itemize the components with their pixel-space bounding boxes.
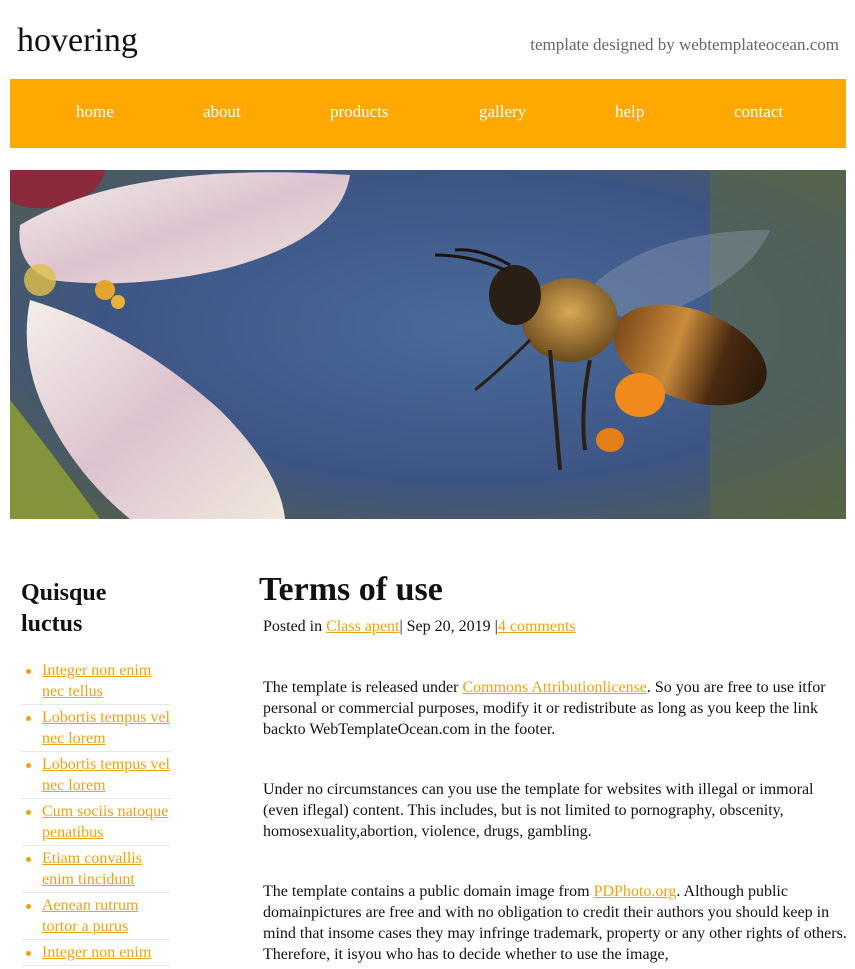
nav-products[interactable]: products bbox=[330, 102, 389, 122]
list-item: Lobortis tempus vel nec lorem bbox=[21, 752, 171, 799]
sidebar-link[interactable]: Aenean rutrum tortor a purus bbox=[42, 897, 138, 935]
sidebar-link-list: Integer non enim nec tellus Lobortis tem… bbox=[21, 658, 171, 966]
site-logo[interactable]: hovering bbox=[17, 22, 138, 60]
list-item: Etiam convallis enim tincidunt bbox=[21, 846, 171, 893]
template-credit: template designed by webtemplateocean.co… bbox=[530, 35, 839, 54]
comments-link[interactable]: 4 comments bbox=[498, 618, 576, 635]
bullet-icon bbox=[26, 669, 31, 674]
posted-in-label: Posted in bbox=[263, 618, 323, 635]
paragraph-image-notice: The template contains a public domain im… bbox=[263, 881, 849, 965]
license-link[interactable]: Commons Attributionlicense bbox=[462, 679, 646, 696]
nav-gallery[interactable]: gallery bbox=[479, 102, 526, 122]
post-meta: Posted in Class apent| Sep 20, 2019 |4 c… bbox=[263, 618, 849, 636]
list-item: Lobortis tempus vel nec lorem bbox=[21, 705, 171, 752]
hero-image bbox=[10, 170, 846, 519]
pdphoto-link[interactable]: PDPhoto.org bbox=[594, 883, 677, 900]
list-item: Integer non enim nec tellus bbox=[21, 658, 171, 705]
paragraph-text: The template is released under bbox=[263, 679, 463, 696]
main-nav: home about products gallery help contact bbox=[10, 79, 846, 148]
main-content: Terms of use Posted in Class apent| Sep … bbox=[259, 568, 849, 965]
site-header: hovering template designed by webtemplat… bbox=[0, 0, 855, 79]
bullet-icon bbox=[26, 904, 31, 909]
nav-home[interactable]: home bbox=[76, 102, 114, 122]
bullet-icon bbox=[26, 810, 31, 815]
list-item: Integer non enim bbox=[21, 940, 171, 966]
category-link[interactable]: Class apent bbox=[326, 618, 399, 635]
nav-contact[interactable]: contact bbox=[734, 102, 783, 122]
paragraph-license: The template is released under Commons A… bbox=[263, 677, 849, 740]
bullet-icon bbox=[26, 716, 31, 721]
nav-about[interactable]: about bbox=[203, 102, 241, 122]
paragraph-text: The template contains a public domain im… bbox=[263, 883, 594, 900]
bullet-icon bbox=[26, 951, 31, 956]
sidebar-title: Quisque luctus bbox=[21, 580, 107, 637]
paragraph-content-policy: Under no circumstances can you use the t… bbox=[263, 781, 814, 840]
page-title: Terms of use bbox=[259, 571, 443, 608]
sidebar-link[interactable]: Cum sociis natoque penatibus bbox=[42, 803, 168, 841]
sidebar-link[interactable]: Integer non enim nec tellus bbox=[42, 662, 151, 700]
sidebar-link[interactable]: Etiam convallis enim tincidunt bbox=[42, 850, 142, 888]
bullet-icon bbox=[26, 857, 31, 862]
list-item: Cum sociis natoque penatibus bbox=[21, 799, 171, 846]
sidebar-link[interactable]: Lobortis tempus vel nec lorem bbox=[42, 756, 170, 794]
sidebar-link[interactable]: Integer non enim bbox=[42, 944, 151, 961]
bee-flower-photo bbox=[10, 170, 846, 519]
sidebar-link[interactable]: Lobortis tempus vel nec lorem bbox=[42, 709, 170, 747]
list-item: Aenean rutrum tortor a purus bbox=[21, 893, 171, 940]
post-date: | Sep 20, 2019 | bbox=[399, 618, 498, 635]
sidebar: Quisque luctus Integer non enim nec tell… bbox=[21, 578, 171, 966]
bullet-icon bbox=[26, 763, 31, 768]
nav-help[interactable]: help bbox=[615, 102, 644, 122]
